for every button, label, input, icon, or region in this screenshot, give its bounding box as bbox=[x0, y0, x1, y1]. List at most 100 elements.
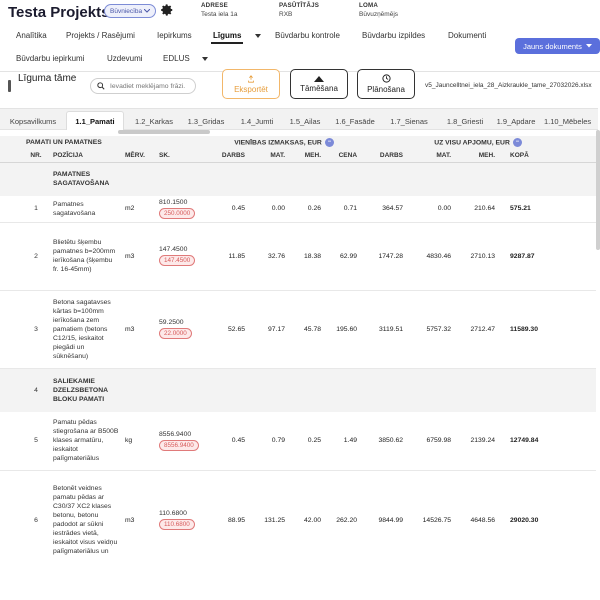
row-darbs-total: 9844.99 bbox=[360, 470, 407, 570]
export-button[interactable]: Eksportēt bbox=[222, 69, 280, 99]
section-row: PAMATNES SAGATAVOŠANA bbox=[0, 162, 596, 196]
header: Testa Projekts Būvniecība ADRESE Testa i… bbox=[0, 0, 600, 26]
new-document-label: Jauns dokuments bbox=[523, 41, 582, 51]
col-mat-total[interactable]: MAT. bbox=[406, 149, 455, 163]
page-title: Līguma tāme bbox=[18, 73, 77, 84]
row-cena: 262.20 bbox=[324, 470, 361, 570]
table-scrollbar[interactable] bbox=[596, 130, 600, 250]
tab-ailas[interactable]: 1.5_Ailas bbox=[282, 113, 328, 129]
tabs-scrollbar[interactable] bbox=[118, 130, 210, 134]
row-nr: 2 bbox=[22, 222, 50, 291]
qty-badge: 250.0000 bbox=[159, 207, 196, 219]
row-meh-total: 2712.47 bbox=[454, 290, 499, 369]
nav-item-dokumenti[interactable]: Dokumenti bbox=[448, 31, 486, 40]
tab-pamati[interactable]: 1.1_Pamati bbox=[66, 111, 124, 130]
row-cena: 62.99 bbox=[324, 222, 361, 291]
col-darbs[interactable]: DARBS bbox=[208, 149, 249, 163]
row-qty: 147.4500 147.4500 bbox=[156, 222, 209, 291]
role-key: LOMA bbox=[359, 2, 379, 9]
tab-apdare[interactable]: 1.9_Apdare bbox=[492, 113, 540, 129]
qty-value: 810.1500 bbox=[159, 198, 188, 206]
tab-jumti[interactable]: 1.4_Jumti bbox=[232, 113, 282, 129]
client-key: PASŪTĪTĀJS bbox=[279, 2, 320, 9]
minus-circle-icon[interactable]: − bbox=[324, 138, 334, 147]
col-cena[interactable]: CENA bbox=[324, 149, 361, 163]
planning-button[interactable]: Plānošana bbox=[357, 69, 415, 99]
col-meh-total[interactable]: MEH. bbox=[454, 149, 499, 163]
row-qty: 8556.9400 8556.9400 bbox=[156, 412, 209, 471]
tab-fasade[interactable]: 1.6_Fasāde bbox=[330, 113, 380, 129]
unit-cost-group-label: VIENĪBAS IZMAKSAS, EUR bbox=[234, 139, 322, 147]
row-meh: 0.25 bbox=[288, 412, 325, 471]
row-cena: 195.60 bbox=[324, 290, 361, 369]
tab-griesti[interactable]: 1.8_Griesti bbox=[438, 113, 492, 129]
col-darbs-total[interactable]: DARBS bbox=[360, 149, 407, 163]
col-nr[interactable]: NR. bbox=[22, 149, 50, 163]
chevron-down-icon[interactable] bbox=[255, 34, 261, 38]
table-row[interactable]: 2 Blietētu šķembu pamatnes b=200mm ierīk… bbox=[0, 222, 596, 291]
main-nav: Analītika Projekts / Rasējumi Iepirkums … bbox=[0, 28, 600, 72]
row-darbs: 0.45 bbox=[208, 412, 249, 471]
row-mat-total: 0.00 bbox=[406, 196, 455, 223]
ruler-icon bbox=[314, 75, 324, 82]
active-nav-underline bbox=[211, 42, 243, 44]
new-document-button[interactable]: Jauns dokuments bbox=[515, 38, 600, 54]
tab-mebeles[interactable]: 1.10_Mēbeles bbox=[544, 113, 600, 129]
planning-label: Plānošana bbox=[367, 85, 405, 94]
row-mat: 0.00 bbox=[248, 196, 289, 223]
qty-badge: 147.4500 bbox=[159, 255, 196, 266]
status-badge[interactable]: Būvniecība bbox=[104, 4, 157, 18]
table-row[interactable]: 3 Betona sagatavses kārtas b=100mm ierīk… bbox=[0, 290, 596, 369]
nav-item-iepirkums[interactable]: Iepirkums bbox=[157, 31, 192, 40]
tab-sienas[interactable]: 1.7_Sienas bbox=[382, 113, 436, 129]
gear-icon[interactable] bbox=[160, 3, 174, 17]
nav-item-buvdarbu-iepirkumi[interactable]: Būvdarbu iepirkumi bbox=[16, 54, 84, 63]
nav-item-buvdarbu-izpildes[interactable]: Būvdarbu izpildes bbox=[362, 31, 425, 40]
col-kopa[interactable]: KOPĀ bbox=[498, 149, 596, 163]
tab-kopsavilkums[interactable]: Kopsavilkums bbox=[4, 113, 62, 129]
nav-item-buvdarbu-kontrole[interactable]: Būvdarbu kontrole bbox=[275, 31, 340, 40]
row-darbs: 52.65 bbox=[208, 290, 249, 369]
file-name: v5_Jauncelltnei_iela_28_Aizkraukle_tame_… bbox=[425, 82, 592, 89]
col-merv[interactable]: MĒRV. bbox=[122, 149, 156, 163]
qty-value: 8556.9400 bbox=[159, 430, 192, 438]
row-mat-total: 14526.75 bbox=[406, 470, 455, 570]
row-kopa: 12749.84 bbox=[498, 412, 596, 471]
row-mat: 97.17 bbox=[248, 290, 289, 369]
nav-item-uzdevumi[interactable]: Uzdevumi bbox=[107, 54, 143, 63]
table-row[interactable]: 1 Pamatnes sagatavošana m2 810.1500 250.0… bbox=[0, 196, 596, 223]
row-unit: m3 bbox=[122, 290, 156, 369]
row-meh: 18.38 bbox=[288, 222, 325, 291]
chevron-down-icon[interactable] bbox=[202, 57, 208, 61]
row-qty: 110.6800 110.6800 bbox=[156, 470, 209, 570]
row-mat: 0.79 bbox=[248, 412, 289, 471]
nav-item-ligums[interactable]: Līgums bbox=[213, 31, 241, 40]
search-box[interactable] bbox=[90, 78, 196, 94]
row-kopa: 29020.30 bbox=[498, 470, 596, 570]
export-icon bbox=[248, 74, 254, 83]
row-position: Pamatnes sagatavošana bbox=[50, 196, 122, 223]
nav-item-analitika[interactable]: Analītika bbox=[16, 31, 47, 40]
table-row[interactable]: 6 Betonēt veidnes pamatu pēdas ar C30/37… bbox=[0, 470, 596, 570]
group-title: PAMATI UN PAMATNES bbox=[0, 136, 209, 149]
nav-item-projekts[interactable]: Projekts / Rasējumi bbox=[66, 31, 135, 40]
row-kopa: 11589.30 bbox=[498, 290, 596, 369]
col-pozicija[interactable]: POZĪCIJA bbox=[50, 149, 122, 163]
col-sk[interactable]: SK. bbox=[156, 149, 209, 163]
row-mat-total: 4830.46 bbox=[406, 222, 455, 291]
tab-karkas[interactable]: 1.2_Karkas bbox=[126, 113, 182, 129]
address-value: Testa iela 1a bbox=[201, 11, 238, 18]
col-meh[interactable]: MEH. bbox=[288, 149, 325, 163]
minus-circle-icon[interactable]: − bbox=[512, 138, 522, 147]
col-mat[interactable]: MAT. bbox=[248, 149, 289, 163]
tab-gridas[interactable]: 1.3_Gridas bbox=[182, 113, 230, 129]
row-qty: 810.1500 250.0000 bbox=[156, 196, 209, 223]
nav-item-edlus[interactable]: EDLUS bbox=[163, 54, 190, 63]
table-header-columns: NR. POZĪCIJA MĒRV. SK. DARBS MAT. MEH. C… bbox=[0, 149, 596, 163]
search-input[interactable] bbox=[110, 82, 190, 90]
export-label: Eksportēt bbox=[234, 84, 268, 94]
row-cena: 0.71 bbox=[324, 196, 361, 223]
table-row[interactable]: 5 Pamatu pēdas stiegrošana ar B500B klas… bbox=[0, 412, 596, 471]
address-meta: ADRESE Testa iela 1a bbox=[201, 1, 238, 19]
estimating-button[interactable]: Tāmēšana bbox=[290, 69, 348, 99]
